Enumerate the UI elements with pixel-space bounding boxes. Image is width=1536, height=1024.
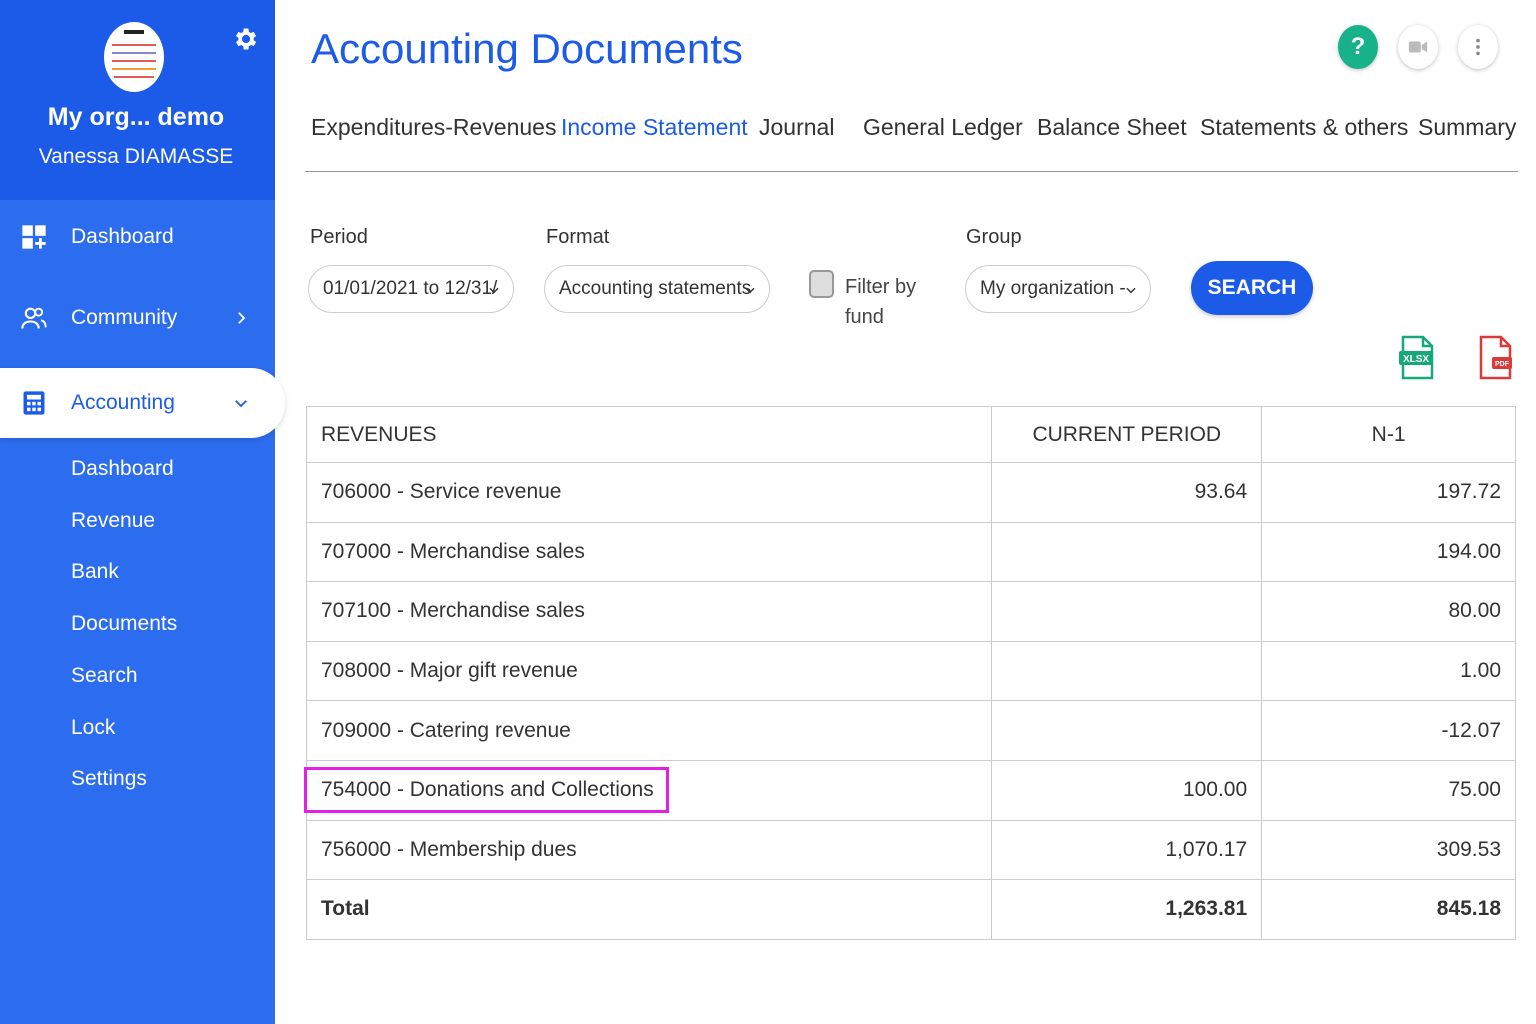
table-row[interactable]: 707000 - Merchandise sales 194.00 [305, 521, 1516, 583]
organization-name: My org... demo [47, 103, 225, 131]
account-cell: 754000 - Donations and Collections [304, 759, 993, 821]
current-period-cell: 100.00 [991, 759, 1263, 821]
current-period-cell [991, 581, 1263, 642]
accounting-subitem-settings[interactable]: Settings [71, 767, 147, 791]
more-options-button[interactable] [1458, 25, 1498, 69]
accounting-subitem-dashboard[interactable]: Dashboard [71, 457, 174, 481]
xlsx-export-icon[interactable]: XLSX [1399, 335, 1435, 381]
help-icon: ? [1350, 33, 1366, 60]
chevron-down-icon [745, 287, 755, 294]
account-cell: 756000 - Membership dues [305, 819, 993, 881]
current-period-cell: 93.64 [991, 462, 1263, 523]
n-1-cell: 1.00 [1261, 640, 1516, 702]
video-camera-icon [1408, 41, 1428, 53]
table-row-highlighted[interactable]: 754000 - Donations and Collections 100.0… [304, 759, 1516, 821]
video-button[interactable] [1398, 25, 1438, 69]
total-n-1: 845.18 [1261, 879, 1516, 940]
format-value: Accounting statements [559, 278, 752, 299]
highlighted-account[interactable]: 754000 - Donations and Collections [304, 767, 669, 814]
chevron-down-icon [1126, 287, 1136, 294]
filter-by-fund-label: Filter by fund [845, 272, 916, 332]
page-title: Accounting Documents [311, 25, 743, 72]
tab-expenditures-revenues[interactable]: Expenditures-Revenues [311, 114, 556, 141]
community-icon [21, 307, 47, 329]
accounting-subitem-bank[interactable]: Bank [71, 560, 119, 584]
help-button[interactable]: ? [1338, 25, 1378, 69]
total-label: Total [305, 879, 993, 940]
total-current-period: 1,263.81 [991, 879, 1263, 940]
n-1-cell: 197.72 [1261, 462, 1516, 523]
n-1-cell: -12.07 [1261, 700, 1516, 761]
tab-balance-sheet[interactable]: Balance Sheet [1037, 114, 1187, 141]
filter-by-fund-checkbox[interactable] [809, 270, 834, 298]
revenues-table: REVENUES CURRENT PERIOD N-1 706000 - Ser… [304, 406, 1516, 940]
table-row[interactable]: 708000 - Major gift revenue 1.00 [305, 640, 1516, 702]
tab-journal[interactable]: Journal [759, 114, 834, 141]
tab-general-ledger[interactable]: General Ledger [863, 114, 1023, 141]
sidebar-item-accounting[interactable]: Accounting [0, 368, 285, 438]
current-period-cell [991, 521, 1263, 583]
document-tabs: Expenditures-Revenues Income Statement J… [305, 106, 1518, 172]
account-cell: 709000 - Catering revenue [305, 700, 993, 761]
account-cell: 708000 - Major gift revenue [305, 640, 993, 702]
period-value: 01/01/2021 to 12/31/ [323, 278, 498, 299]
column-header-current-period: CURRENT PERIOD [991, 406, 1263, 463]
tab-statements-others[interactable]: Statements & others [1200, 114, 1408, 141]
account-cell: 706000 - Service revenue [305, 462, 993, 523]
group-value: My organization - [980, 278, 1126, 299]
sidebar-item-label: Dashboard [71, 225, 174, 248]
accounting-subitem-search[interactable]: Search [71, 664, 138, 688]
calculator-icon [23, 391, 45, 415]
format-select[interactable]: Accounting statements [544, 265, 770, 313]
sidebar-item-label: Community [71, 306, 178, 329]
table-header-row: REVENUES CURRENT PERIOD N-1 [305, 406, 1516, 463]
column-header-n-1: N-1 [1261, 406, 1516, 463]
tab-income-statement[interactable]: Income Statement [561, 114, 748, 141]
accounting-subitem-lock[interactable]: Lock [71, 716, 115, 740]
table-row[interactable]: 709000 - Catering revenue -12.07 [305, 700, 1516, 761]
chevron-right-icon [238, 312, 246, 324]
format-label: Format [546, 226, 610, 248]
n-1-cell: 75.00 [1261, 759, 1516, 821]
accounting-subitem-documents[interactable]: Documents [71, 612, 177, 636]
more-vertical-icon [1476, 38, 1480, 56]
user-name: Vanessa DIAMASSE [38, 145, 234, 168]
account-cell: 707100 - Merchandise sales [305, 581, 993, 642]
account-cell: 707000 - Merchandise sales [305, 521, 993, 583]
pdf-label: PDF [1495, 361, 1510, 368]
column-header-revenues: REVENUES [305, 406, 993, 463]
group-select[interactable]: My organization - [965, 265, 1151, 313]
filter-by-fund-label-line2: fund [845, 306, 884, 328]
pdf-export-icon[interactable]: PDF [1478, 335, 1514, 381]
table-row[interactable]: 706000 - Service revenue 93.64 197.72 [305, 462, 1516, 523]
gear-icon[interactable] [231, 25, 259, 53]
tab-summary[interactable]: Summary [1418, 114, 1516, 141]
period-select[interactable]: 01/01/2021 to 12/31/ [308, 265, 514, 313]
n-1-cell: 309.53 [1261, 819, 1516, 881]
filter-by-fund-label-line1: Filter by [845, 276, 917, 298]
xlsx-label: XLSX [1403, 354, 1429, 365]
sidebar-item-dashboard[interactable]: Dashboard [0, 207, 275, 267]
total-row: Total 1,263.81 845.18 [305, 879, 1516, 940]
n-1-cell: 80.00 [1261, 581, 1516, 642]
table-row[interactable]: 756000 - Membership dues 1,070.17 309.53 [305, 819, 1516, 881]
dashboard-icon [22, 225, 46, 249]
sidebar-item-community[interactable]: Community [0, 288, 275, 348]
sidebar: My org... demo Vanessa DIAMASSE Dashboar… [0, 0, 285, 1024]
current-period-cell: 1,070.17 [991, 819, 1263, 881]
search-button[interactable]: SEARCH [1191, 261, 1313, 315]
table-row[interactable]: 707100 - Merchandise sales 80.00 [305, 581, 1516, 642]
current-period-cell [991, 640, 1263, 702]
sidebar-header: My org... demo Vanessa DIAMASSE [0, 0, 275, 200]
period-label: Period [310, 226, 368, 248]
accounting-subitem-revenue[interactable]: Revenue [71, 509, 155, 533]
chevron-down-icon [235, 400, 247, 408]
sidebar-item-label: Accounting [71, 391, 175, 414]
current-period-cell [991, 700, 1263, 761]
chevron-down-icon [489, 287, 499, 294]
n-1-cell: 194.00 [1261, 521, 1516, 583]
group-label: Group [966, 226, 1022, 248]
organization-logo[interactable] [104, 22, 164, 92]
